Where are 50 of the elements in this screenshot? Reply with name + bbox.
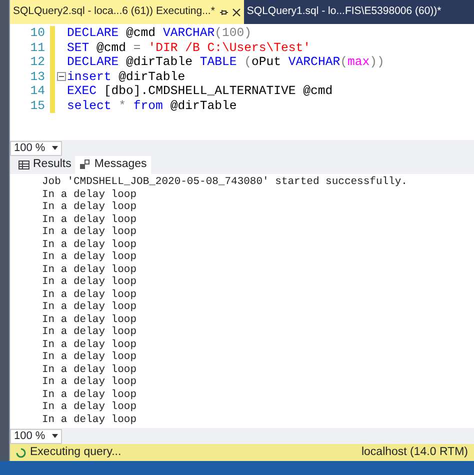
message-line: In a delay loop [42, 401, 138, 414]
line-number: 12 [29, 55, 46, 70]
spinner-icon [16, 448, 26, 458]
message-line: In a delay loop [42, 201, 138, 214]
message-line: In a delay loop [42, 364, 138, 376]
collapse-icon[interactable] [56, 72, 66, 82]
message-line: In a delay loop [42, 338, 138, 351]
code-line: select * from @dirTable [67, 98, 238, 113]
zoom-dropdown[interactable]: 100 % [10, 140, 62, 156]
line-number: 10 [29, 26, 46, 40]
line-number: 15 [29, 98, 46, 113]
grid-icon [18, 159, 30, 171]
message-line: In a delay loop [42, 251, 138, 264]
code-line: DECLARE @cmd VARCHAR(100) [67, 26, 252, 40]
caret-icon [52, 434, 58, 438]
message-line: In a delay loop [42, 301, 138, 314]
message-line: In a delay loop [42, 238, 138, 251]
results-tab[interactable]: Messages [75, 156, 151, 174]
tab-label: SQLQuery2.sql - loca...6 (61)) Executing...* [13, 4, 215, 20]
caret-icon [52, 146, 58, 150]
close-icon[interactable] [232, 8, 241, 16]
message-line: In a delay loop [42, 314, 138, 326]
message-line: In a delay loop [42, 414, 138, 426]
message-line: In a delay loop [42, 226, 138, 238]
pin-icon[interactable] [218, 8, 228, 16]
message-line: In a delay loop [42, 388, 138, 401]
status-text: Executing query... [30, 444, 122, 460]
code-line: insert @dirTable [67, 70, 186, 84]
message-line: In a delay loop [42, 264, 138, 276]
code-line: SET @cmd = 'DIR /B C:\Users\Test' [67, 40, 312, 55]
message-line: In a delay loop [42, 276, 138, 288]
line-number: 11 [29, 40, 46, 55]
code-line: EXEC [dbo].CMDSHELL_ALTERNATIVE @cmd [67, 84, 334, 98]
message-line: In a delay loop [42, 188, 138, 201]
server-info: localhost (14.0 RTM) [361, 444, 468, 460]
editor-tab[interactable]: SQLQuery2.sql - loca...6 (61)) Executing...* [10, 0, 244, 24]
code-line: DECLARE @dirTable TABLE (oPut VARCHAR(max)) [67, 55, 386, 70]
editor-tab[interactable]: SQLQuery1.sql - lo...FIS\E5398006 (60))* [244, 0, 444, 24]
message-line: Job 'CMDSHELL_JOB_2020-05-08_743080' started successfully. [42, 176, 408, 188]
message-icon [79, 159, 92, 171]
code-editor[interactable]: 10 DECLARE @cmd VARCHAR(100) 11 SET @cmd = 'DIR /B C:\Users\Test' 12 DECLARE @dirTable TABLE (oPut VARCHAR(max)) 13 insert @dirTable 14 EXEC [dbo].CMDSHELL_ALTERNATIVE @cmd 15 select * from @dirTable [10, 24, 474, 140]
line-number: 13 [29, 70, 46, 84]
message-line: In a delay loop [42, 351, 138, 364]
message-line: In a delay loop [42, 326, 138, 338]
zoom-dropdown[interactable]: 100 % [10, 428, 62, 444]
message-line: In a delay loop [42, 214, 138, 226]
message-line: In a delay loop [42, 288, 138, 301]
message-line: In a delay loop [42, 376, 138, 388]
line-number: 14 [29, 84, 46, 98]
tab-label: SQLQuery1.sql - lo...FIS\E5398006 (60))* [246, 4, 442, 20]
